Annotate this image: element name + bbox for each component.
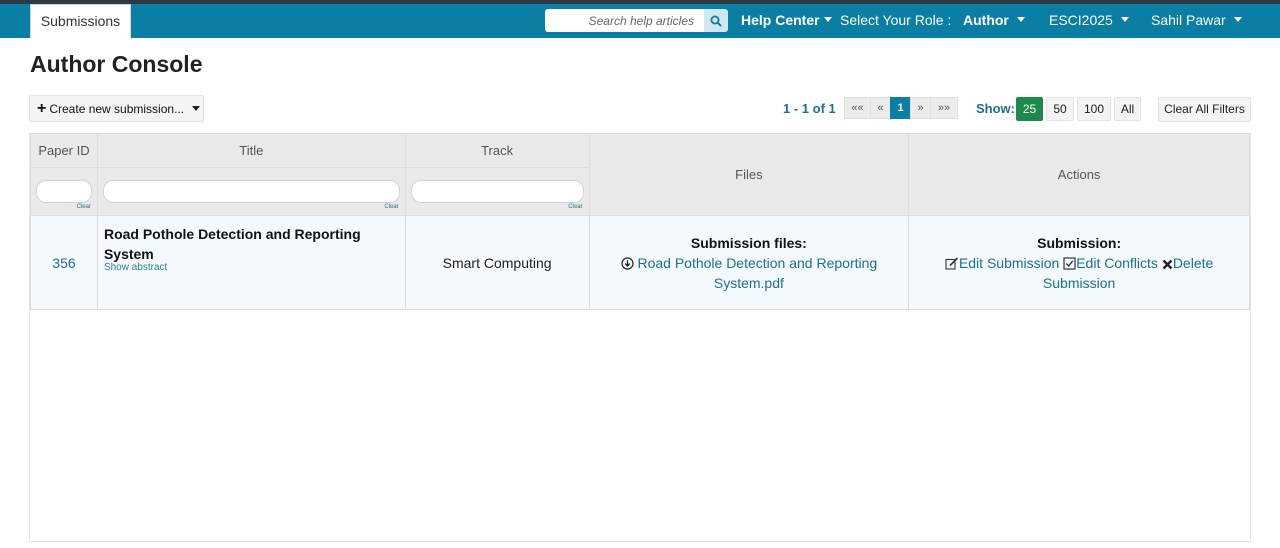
page-current-button[interactable]: 1 <box>890 97 911 119</box>
download-icon <box>620 256 634 270</box>
title-cell: Road Pothole Detection and Reporting Sys… <box>96 215 406 310</box>
header-actions: Actions <box>908 133 1250 216</box>
show-abstract-link[interactable]: Show abstract <box>104 262 399 273</box>
user-menu[interactable]: Sahil Pawar <box>1151 8 1242 32</box>
chevron-down-icon <box>1016 17 1025 23</box>
conference-label: ESCI2025 <box>1049 12 1113 28</box>
filter-paper-id-input[interactable] <box>36 180 92 203</box>
paper-id: 356 <box>30 215 98 310</box>
top-navbar: Submissions Help Center Select Your Role… <box>0 0 1280 38</box>
conference-menu[interactable]: ESCI2025 <box>1049 8 1129 32</box>
edit-submission-link[interactable]: Edit Submission <box>945 255 1063 271</box>
edit-conflicts-label: Edit Conflicts <box>1076 254 1158 271</box>
search-icon <box>710 15 722 27</box>
chevron-down-icon <box>1120 17 1129 23</box>
edit-conflicts-link[interactable]: Edit Conflicts <box>1063 255 1162 271</box>
close-icon <box>1162 259 1173 269</box>
page-prev-button[interactable]: « <box>870 97 891 119</box>
show-100-button[interactable]: 100 <box>1077 97 1111 121</box>
edit-icon <box>945 256 959 270</box>
create-submission-button[interactable]: + Create new submission... <box>29 95 204 122</box>
results-range: 1 - 1 of 1 <box>783 101 836 116</box>
header-files: Files <box>588 133 910 216</box>
page-last-button[interactable]: »» <box>930 97 958 119</box>
chevron-down-icon <box>823 17 832 23</box>
search-button[interactable] <box>704 9 728 32</box>
table-row: 356 Road Pothole Detection and Reporting… <box>30 215 1250 310</box>
help-center-label: Help Center <box>741 12 820 28</box>
pagination: «« « 1 » »» <box>844 97 958 119</box>
submissions-table: Paper ID Title Track Files Actions Clear… <box>30 133 1250 310</box>
header-track[interactable]: Track <box>404 133 590 168</box>
create-submission-label: Create new submission... <box>49 101 185 116</box>
help-center-menu[interactable]: Help Center <box>741 8 832 32</box>
role-menu[interactable]: Author <box>963 8 1025 32</box>
help-search <box>545 9 728 32</box>
search-input[interactable] <box>545 9 704 32</box>
checkbox-icon <box>1063 256 1076 270</box>
clear-all-filters-button[interactable]: Clear All Filters <box>1158 97 1251 122</box>
actions-cell: Submission: Edit Submission Edit Conflic… <box>908 215 1250 310</box>
clear-track-filter[interactable]: Clear <box>568 204 582 210</box>
filter-title-cell: Clear <box>96 167 406 216</box>
page-next-button[interactable]: » <box>910 97 931 119</box>
header-paper-id[interactable]: Paper ID <box>30 133 98 168</box>
file-download-link[interactable]: Road Pothole Detection and Reporting Sys… <box>620 254 878 291</box>
paper-title: Road Pothole Detection and Reporting Sys… <box>103 226 361 262</box>
paper-track: Smart Computing <box>404 215 590 310</box>
role-value: Author <box>963 12 1009 28</box>
page-title: Author Console <box>30 51 203 77</box>
show-all-button[interactable]: All <box>1114 97 1141 121</box>
show-50-button[interactable]: 50 <box>1046 97 1074 121</box>
chevron-down-icon <box>1233 17 1242 23</box>
chevron-down-icon <box>192 106 201 111</box>
filter-track-input[interactable] <box>410 180 584 203</box>
page-first-button[interactable]: «« <box>844 97 871 119</box>
filter-paper-id-cell: Clear <box>30 167 98 216</box>
file-name: Road Pothole Detection and Reporting Sys… <box>637 254 878 291</box>
header-title[interactable]: Title <box>96 133 406 168</box>
clear-paper-id-filter[interactable]: Clear <box>77 204 91 210</box>
clear-title-filter[interactable]: Clear <box>384 204 398 210</box>
files-heading: Submission files: <box>690 234 807 251</box>
files-cell: Submission files: Road Pothole Detection… <box>588 215 910 310</box>
plus-icon: + <box>37 99 47 117</box>
actions-heading: Submission: <box>1037 234 1122 251</box>
edit-submission-label: Edit Submission <box>958 254 1060 271</box>
show-25-button[interactable]: 25 <box>1016 97 1043 121</box>
show-label: Show: <box>976 101 1015 116</box>
role-label: Select Your Role : <box>840 12 952 28</box>
tab-submissions[interactable]: Submissions <box>30 4 131 38</box>
filter-title-input[interactable] <box>102 180 400 203</box>
filter-track-cell: Clear <box>404 167 590 216</box>
user-name: Sahil Pawar <box>1151 12 1226 28</box>
